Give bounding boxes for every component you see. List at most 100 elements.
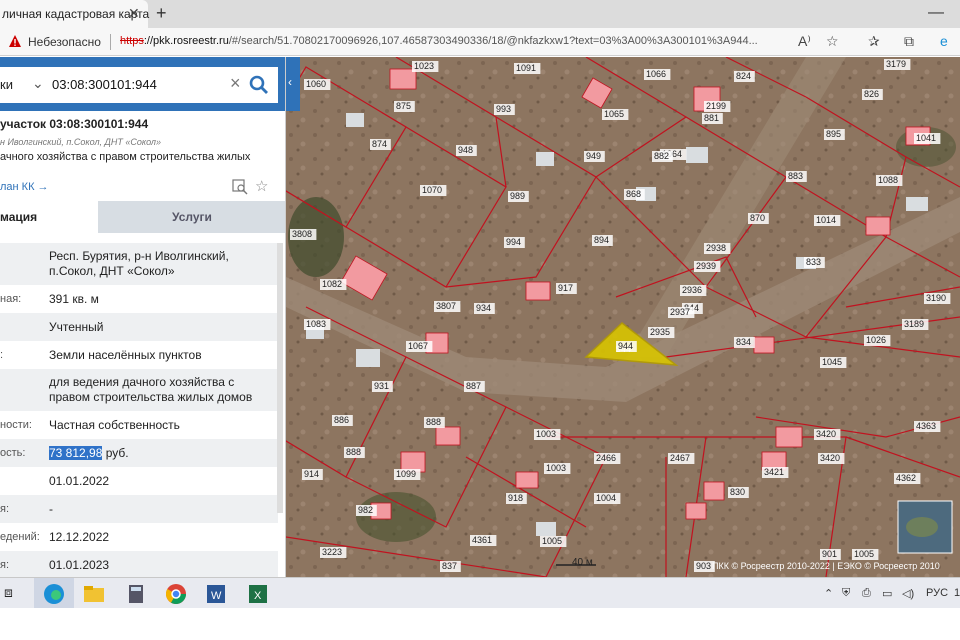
parcel-label: 901 (822, 549, 837, 559)
attr-row-category: : Земли населённых пунктов (0, 341, 278, 369)
parcel-label: 3223 (322, 547, 342, 557)
attr-value: 01.01.2023 (49, 558, 110, 572)
plan-link[interactable]: лан КК → (0, 181, 49, 193)
parcel-label: 914 (304, 469, 319, 479)
parcel-label: 1005 (854, 549, 874, 559)
excel-icon[interactable]: X (246, 582, 270, 606)
printer-icon[interactable]: ⎙ (862, 587, 871, 600)
file-explorer-icon[interactable] (82, 582, 106, 606)
parcel-label: 1014 (816, 215, 836, 225)
parcel-label: 1082 (322, 279, 342, 289)
url-field[interactable]: https://pkk.rosreestr.ru/#/search/51.708… (120, 35, 790, 47)
browser-tab[interactable]: личная кадастровая карта ✕ (0, 0, 149, 28)
parcel-label: 895 (826, 129, 841, 139)
parcel-label: 3807 (436, 301, 456, 311)
favorites-icon[interactable]: ✰ (868, 33, 880, 50)
map-copyright: ПКК © Росреестр 2010-2022 | ЕЭКО © Росре… (712, 561, 940, 571)
address-bar: Небезопасно https://pkk.rosreestr.ru/#/s… (0, 28, 960, 56)
parcel-label: 894 (594, 235, 609, 245)
page-bottom (0, 608, 960, 640)
attr-row-dash: я: - (0, 495, 278, 523)
parcel-label: 3189 (904, 319, 924, 329)
attr-label: ная: (0, 293, 22, 305)
minimize-window-icon[interactable]: — (928, 4, 944, 22)
attr-value: 12.12.2022 (49, 530, 110, 544)
chevron-down-icon[interactable]: ⌄ (32, 75, 44, 92)
tab-services-label: Услуги (172, 210, 212, 224)
parcel-label: 934 (476, 303, 491, 313)
task-view-icon[interactable]: ⧈ (4, 584, 28, 608)
selected-text: 73 812,98 (49, 446, 103, 460)
parcel-label: 2937 (670, 307, 690, 317)
parcel-label: 875 (396, 101, 411, 111)
search-input[interactable]: 03:08:300101:944 (52, 77, 157, 92)
parcel-label: 993 (496, 104, 511, 114)
parcel-label: 917 (558, 283, 573, 293)
word-icon[interactable]: W (204, 582, 228, 606)
url-host: ://pkk.rosreestr.ru (143, 35, 229, 47)
chevron-up-icon[interactable]: ⌃ (824, 587, 833, 600)
tab-information-label: мация (0, 210, 38, 224)
volume-icon[interactable]: ◁) (902, 587, 914, 600)
attr-label: едений: (0, 531, 40, 543)
calculator-icon[interactable] (124, 582, 148, 606)
parcel-label: 4363 (916, 421, 936, 431)
search-icon[interactable] (248, 74, 270, 96)
edge-icon[interactable] (42, 582, 66, 606)
clear-icon[interactable]: × (230, 73, 241, 94)
parcel-label: 1091 (516, 63, 536, 73)
chevron-left-icon: ‹ (288, 75, 292, 89)
language-indicator[interactable]: РУС (926, 587, 948, 599)
map-canvas[interactable]: 944 1060 1023 1091 1066 824 3179 875 1065 993 219… (286, 57, 960, 577)
object-address: н Иволгинский, п.Сокол, ДНТ «Сокол» (0, 137, 162, 147)
parcel-label: 2466 (596, 453, 616, 463)
warning-icon[interactable] (8, 34, 22, 48)
attr-row-status: Учтенный (0, 313, 278, 341)
parcel-label: 3179 (886, 59, 906, 69)
parcel-label: 826 (864, 89, 879, 99)
edge-sidebar-icon[interactable]: e (940, 33, 948, 49)
parcel-label: 1066 (646, 69, 666, 79)
parcel-label: 2938 (706, 243, 726, 253)
attr-value: для ведения дачного хозяйства с (49, 375, 235, 389)
parcel-label: 868 (626, 189, 641, 199)
parcel-label: 3808 (292, 229, 312, 239)
attr-value[interactable]: 73 812,98 руб. (49, 446, 129, 461)
attr-label: : (0, 349, 4, 361)
insecure-label[interactable]: Небезопасно (28, 35, 101, 49)
cadastral-map[interactable]: 944 1060 1023 1091 1066 824 3179 875 1065 993 219… (286, 57, 960, 577)
scale-label: 40 м (572, 557, 593, 568)
parcel-label: 870 (750, 213, 765, 223)
parcel-label: 1003 (546, 463, 566, 473)
attr-row-cadastral-value: ость: 73 812,98 руб. (0, 439, 278, 467)
parcel-label: 944 (618, 341, 633, 351)
new-tab-icon[interactable]: + (156, 3, 167, 24)
parcel-label: 887 (466, 381, 481, 391)
star-icon[interactable]: ☆ (255, 177, 268, 195)
chrome-icon[interactable] (164, 582, 188, 606)
read-aloud-icon[interactable]: A⁾ (798, 33, 811, 50)
tab-information[interactable]: мация (0, 201, 98, 233)
panel-scrollbar[interactable] (277, 243, 283, 513)
parcel-label: 4361 (472, 535, 492, 545)
search-bar: ки ⌄ 03:08:300101:944 × (0, 57, 285, 111)
shield-icon[interactable]: ⛨ (842, 587, 850, 600)
collections-icon[interactable]: ⧉ (904, 33, 914, 50)
battery-icon[interactable]: ▭ (882, 587, 892, 600)
parcel-label: 994 (506, 237, 521, 247)
tab-services[interactable]: Услуги (98, 201, 285, 233)
add-favorite-icon[interactable]: ☆ (826, 33, 839, 50)
search-box: ки ⌄ 03:08:300101:944 × (0, 67, 278, 103)
search-type-label[interactable]: ки (0, 77, 13, 92)
collapse-panel-button[interactable]: ‹ (286, 57, 300, 111)
attr-value: 01.01.2022 (49, 474, 110, 488)
parcel-label: 1088 (878, 175, 898, 185)
clock[interactable]: 1 (954, 587, 960, 599)
svg-text:W: W (211, 590, 222, 602)
zoom-to-object-icon[interactable] (232, 179, 248, 195)
close-tab-icon[interactable]: ✕ (128, 5, 140, 22)
parcel-label: 2199 (706, 101, 726, 111)
parcel-label: 3421 (764, 467, 784, 477)
parcel-label: 931 (374, 381, 389, 391)
parcel-label: 883 (788, 171, 803, 181)
